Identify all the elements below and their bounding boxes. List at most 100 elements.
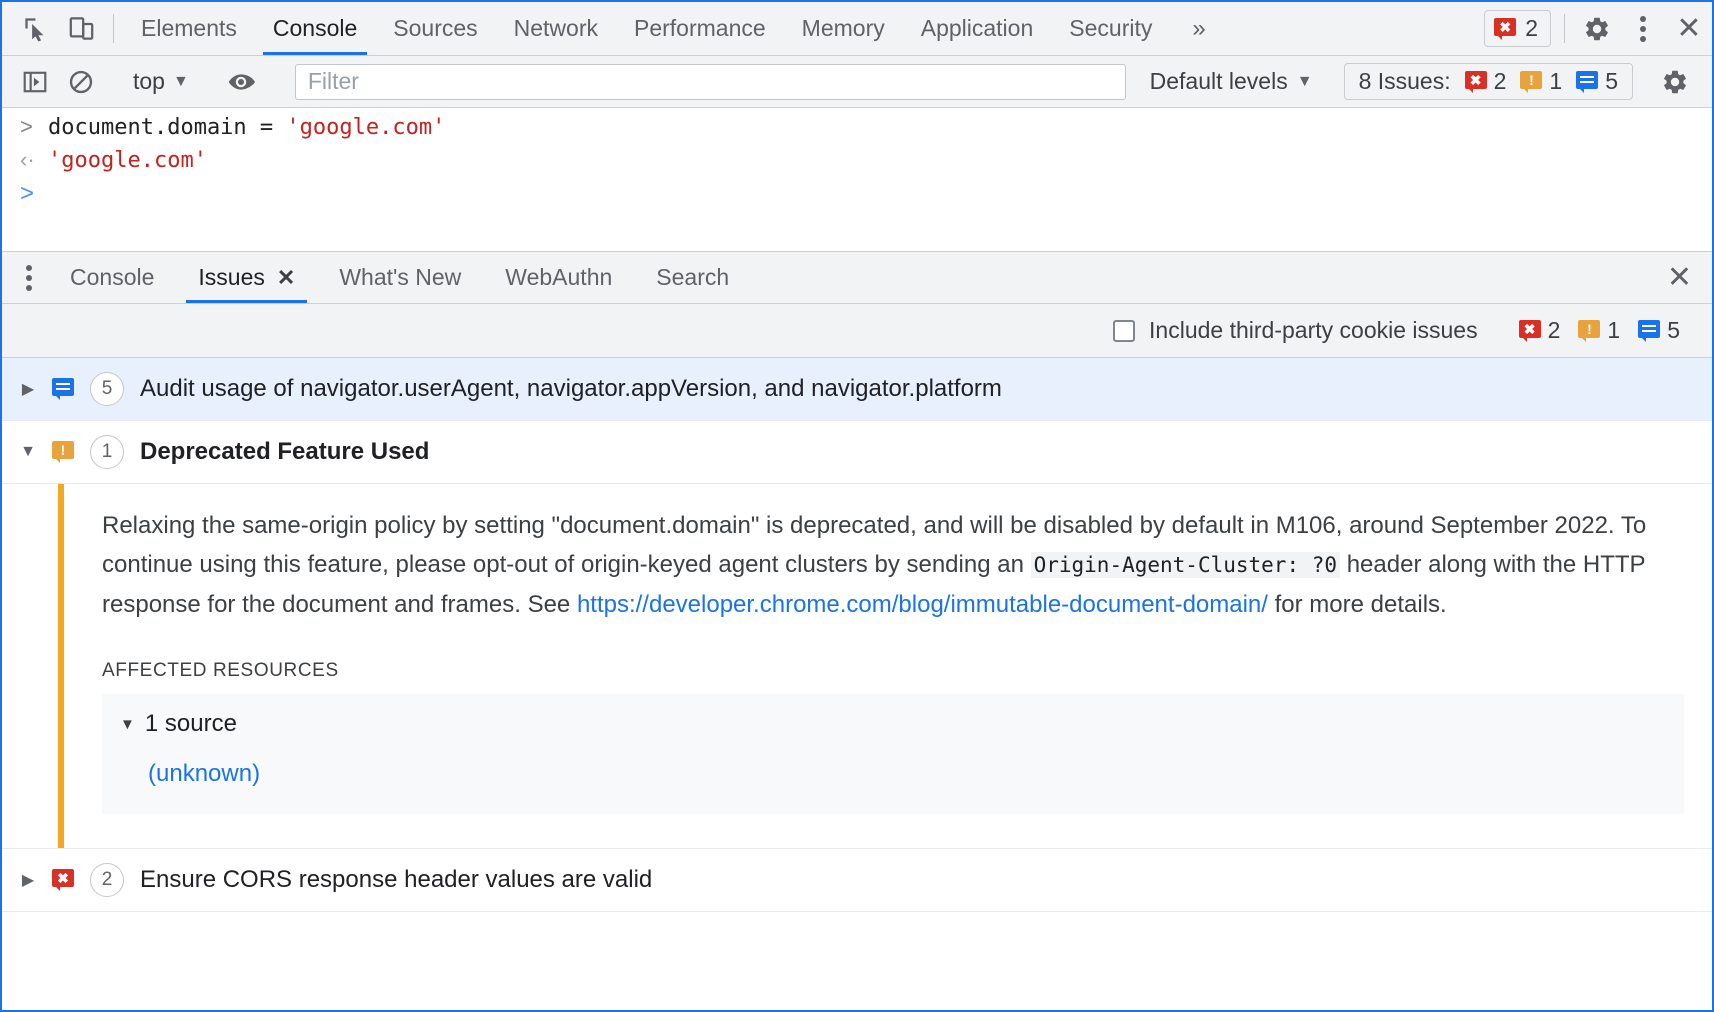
- prompt-marker-icon: >: [20, 180, 48, 208]
- issue-title: Deprecated Feature Used: [140, 438, 429, 466]
- console-input-line[interactable]: > document.domain = 'google.com': [2, 112, 1712, 145]
- tab-sources[interactable]: Sources: [375, 2, 495, 55]
- description-part-3: for more details.: [1268, 591, 1447, 618]
- issues-info-count: 5: [1667, 317, 1680, 344]
- tab-application[interactable]: Application: [903, 2, 1052, 55]
- info-badge-icon: [1576, 71, 1598, 93]
- log-levels-dropdown[interactable]: Default levels ▼: [1138, 68, 1325, 95]
- source-summary-row[interactable]: ▼ 1 source: [120, 710, 1666, 738]
- tab-label: Network: [514, 15, 598, 42]
- error-badge-icon: ✖: [1465, 71, 1487, 93]
- console-prompt-line[interactable]: >: [2, 178, 1712, 211]
- drawer-close-icon[interactable]: ✕: [1647, 252, 1712, 303]
- drawer-tab-label: Console: [70, 264, 154, 291]
- filter-placeholder: Filter: [308, 68, 359, 95]
- issue-row-cors-headers[interactable]: ▶ ✖ 2 Ensure CORS response header values…: [2, 849, 1712, 912]
- console-toolbar: top ▼ Filter Default levels ▼ 8 Issues: …: [2, 56, 1712, 108]
- description-code-snippet: Origin-Agent-Cluster: ?0: [1031, 552, 1340, 578]
- tab-console[interactable]: Console: [255, 2, 375, 55]
- inspect-cursor-icon[interactable]: [12, 2, 58, 55]
- drawer-tab-console[interactable]: Console: [48, 252, 176, 303]
- execution-context-label: top: [133, 68, 165, 95]
- issues-info-group: 5: [1638, 317, 1680, 344]
- issue-count-chip: 5: [90, 372, 124, 406]
- expand-triangle-icon[interactable]: ▶: [20, 379, 36, 399]
- tab-label: Sources: [393, 15, 477, 42]
- tab-label: Memory: [802, 15, 885, 42]
- issue-row-audit-navigator[interactable]: ▶ 5 Audit usage of navigator.userAgent, …: [2, 358, 1712, 421]
- warning-badge-icon: !: [1520, 71, 1542, 93]
- toolbar-divider: [113, 14, 114, 43]
- issues-summary-button[interactable]: 8 Issues: ✖ 2 ! 1 5: [1344, 63, 1633, 100]
- expand-triangle-icon[interactable]: ▶: [20, 870, 36, 890]
- tab-memory[interactable]: Memory: [784, 2, 903, 55]
- drawer-tab-whats-new[interactable]: What's New: [317, 252, 483, 303]
- drawer-menu-icon[interactable]: [18, 252, 48, 303]
- kebab-menu-icon[interactable]: [1620, 2, 1666, 55]
- drawer-tab-label: What's New: [339, 264, 461, 291]
- more-tabs-icon[interactable]: »: [1170, 2, 1227, 55]
- log-levels-label: Default levels: [1150, 68, 1288, 95]
- include-third-party-cookies-checkbox[interactable]: Include third-party cookie issues: [1113, 317, 1478, 344]
- drawer-tab-search[interactable]: Search: [634, 252, 751, 303]
- issue-count-chip: 2: [90, 863, 124, 897]
- issue-title: Audit usage of navigator.userAgent, navi…: [140, 375, 1002, 403]
- execution-context-dropdown[interactable]: top ▼: [123, 68, 199, 95]
- tab-security[interactable]: Security: [1051, 2, 1170, 55]
- drawer-tab-close-icon[interactable]: ✕: [277, 265, 295, 291]
- source-item-link[interactable]: (unknown): [148, 760, 1666, 788]
- issue-documentation-link[interactable]: https://developer.chrome.com/blog/immuta…: [577, 591, 1268, 618]
- device-toolbar-icon[interactable]: [58, 2, 104, 55]
- tab-label: Performance: [634, 15, 766, 42]
- main-tabbar: Elements Console Sources Network Perform…: [2, 2, 1712, 56]
- console-sidebar-icon[interactable]: [12, 69, 58, 95]
- tab-performance[interactable]: Performance: [616, 2, 784, 55]
- clear-console-icon[interactable]: [58, 69, 104, 95]
- tab-label: Application: [921, 15, 1034, 42]
- info-badge-icon: [1638, 320, 1660, 342]
- filter-input[interactable]: Filter: [295, 64, 1126, 100]
- error-count-button[interactable]: ✖ 2: [1484, 10, 1551, 47]
- more-tabs-glyph: »: [1192, 15, 1205, 43]
- issues-error-count: 2: [1494, 68, 1507, 95]
- console-result-line[interactable]: ‹· 'google.com': [2, 145, 1712, 178]
- issue-detail-content: Relaxing the same-origin policy by setti…: [64, 484, 1712, 848]
- collapse-triangle-icon[interactable]: ▼: [120, 716, 135, 733]
- issues-error-group: ✖ 2: [1465, 68, 1507, 95]
- error-badge-icon: ✖: [1494, 18, 1516, 40]
- source-summary-label: 1 source: [145, 710, 237, 738]
- drawer-tab-issues[interactable]: Issues ✕: [176, 252, 317, 303]
- collapse-triangle-icon[interactable]: ▼: [20, 443, 36, 461]
- issues-count-summary: ✖ 2 ! 1 5: [1519, 317, 1690, 344]
- info-badge-icon: [52, 378, 74, 400]
- input-marker-icon: >: [20, 114, 48, 140]
- tab-network[interactable]: Network: [496, 2, 616, 55]
- console-input-code: document.domain =: [48, 115, 286, 140]
- warning-badge-icon: !: [52, 441, 74, 463]
- issues-info-group: 5: [1576, 68, 1618, 95]
- chevron-down-icon: ▼: [1297, 73, 1313, 91]
- issue-row-deprecated-feature[interactable]: ▼ ! 1 Deprecated Feature Used: [2, 421, 1712, 484]
- issues-toolbar: Include third-party cookie issues ✖ 2 ! …: [2, 304, 1712, 358]
- issues-list: ▶ 5 Audit usage of navigator.userAgent, …: [2, 358, 1712, 1010]
- close-icon[interactable]: ✕: [1666, 2, 1712, 55]
- gear-icon[interactable]: [1652, 68, 1698, 96]
- console-output[interactable]: > document.domain = 'google.com' ‹· 'goo…: [2, 108, 1712, 251]
- issue-title: Ensure CORS response header values are v…: [140, 866, 652, 894]
- console-result-string: 'google.com': [48, 148, 207, 173]
- issues-summary-label: 8 Issues:: [1359, 68, 1451, 95]
- checkbox-label: Include third-party cookie issues: [1149, 317, 1478, 344]
- checkbox-box[interactable]: [1113, 320, 1135, 342]
- error-badge-icon: ✖: [52, 869, 74, 891]
- issues-warning-group: ! 1: [1520, 68, 1562, 95]
- gear-icon[interactable]: [1574, 2, 1620, 55]
- tab-elements[interactable]: Elements: [123, 2, 255, 55]
- drawer-tab-webauthn[interactable]: WebAuthn: [483, 252, 634, 303]
- live-expression-icon[interactable]: [218, 68, 264, 96]
- issue-detail-deprecated-feature: Relaxing the same-origin policy by setti…: [2, 484, 1712, 849]
- warning-badge-icon: !: [1578, 320, 1600, 342]
- chevron-down-icon: ▼: [173, 73, 189, 91]
- drawer-tab-label: WebAuthn: [505, 264, 612, 291]
- devtools-window: Elements Console Sources Network Perform…: [0, 0, 1714, 1012]
- tab-label: Security: [1069, 15, 1152, 42]
